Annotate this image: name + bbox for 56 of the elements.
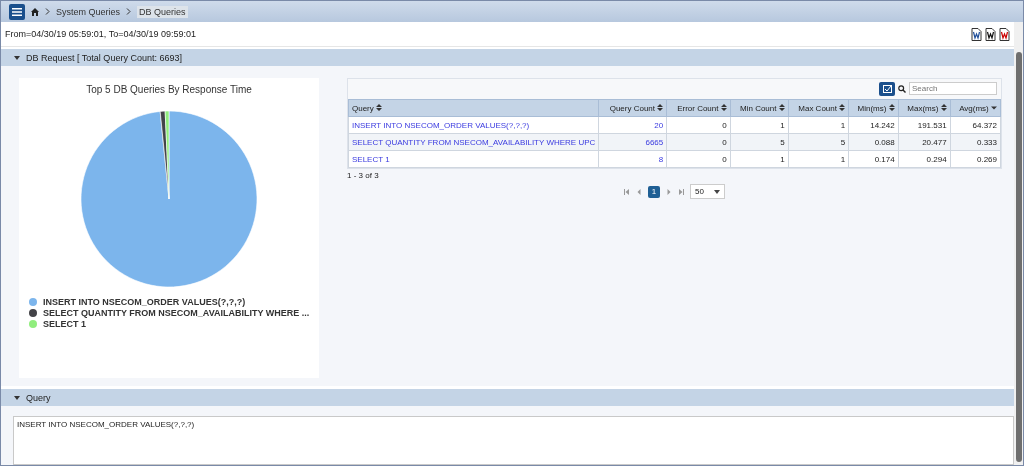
table-cell[interactable]: 20: [598, 116, 667, 134]
column-header[interactable]: Min(ms): [848, 99, 899, 117]
legend-label[interactable]: INSERT INTO NSECOM_ORDER VALUES(?,?,?): [43, 297, 246, 307]
columns-button[interactable]: [879, 81, 895, 96]
column-header[interactable]: Max(ms): [898, 99, 951, 117]
scrollbar-thumb[interactable]: [1015, 52, 1022, 462]
table-cell: 0: [666, 150, 731, 168]
last-page-icon[interactable]: [678, 188, 685, 195]
section-title: Query: [26, 392, 51, 403]
table-cell[interactable]: INSERT INTO NSECOM_ORDER VALUES(?,?,?): [348, 116, 599, 134]
table-cell[interactable]: 8: [598, 150, 667, 168]
table-cell: 0.294: [898, 150, 951, 168]
home-icon[interactable]: [31, 7, 39, 16]
breadcrumb-item[interactable]: DB Queries: [137, 5, 188, 18]
caret-down-icon[interactable]: [13, 393, 21, 402]
chevron-right-icon: [126, 8, 132, 15]
column-header[interactable]: Error Count: [666, 99, 731, 117]
query-text-area[interactable]: INSERT INTO NSECOM_ORDER VALUES(?,?,?): [13, 416, 1014, 465]
page-button[interactable]: 1: [648, 185, 661, 198]
pie-slice[interactable]: [164, 110, 170, 200]
column-header[interactable]: Query Count: [598, 99, 667, 117]
caret-down-icon: [713, 189, 720, 194]
page-size-dropdown[interactable]: 50: [690, 184, 725, 199]
column-header[interactable]: Max Count: [788, 99, 849, 117]
menu-button[interactable]: [9, 3, 25, 20]
table-cell: 64.372: [950, 116, 1001, 134]
chart-title: Top 5 DB Queries By Response Time: [86, 84, 252, 95]
table-cell: 1: [730, 150, 789, 168]
table-cell: 191.531: [898, 116, 951, 134]
first-page-icon[interactable]: [624, 188, 631, 195]
breadcrumb-item[interactable]: System Queries: [56, 6, 121, 17]
legend-label[interactable]: SELECT 1: [43, 319, 86, 329]
column-header[interactable]: Query: [348, 99, 599, 117]
table-cell: 0.174: [848, 150, 899, 168]
checkbox-icon: [882, 84, 892, 93]
table-cell: 1: [788, 116, 849, 134]
section-title: DB Request [ Total Query Count: 6693]: [26, 52, 182, 63]
table-cell: 0: [666, 116, 731, 134]
table-cell[interactable]: SELECT 1: [348, 150, 599, 168]
previous-page-icon[interactable]: [636, 188, 643, 195]
legend-label[interactable]: SELECT QUANTITY FROM NSECOM_AVAILABILITY WHERE ...: [43, 308, 310, 318]
table-cell: 0.269: [950, 150, 1001, 168]
table-cell: 1: [788, 150, 849, 168]
table-cell: 14.242: [848, 116, 899, 134]
chevron-right-icon: [45, 8, 50, 15]
caret-down-icon[interactable]: [13, 53, 21, 62]
next-page-icon[interactable]: [666, 188, 673, 195]
column-header[interactable]: Avg(ms): [950, 99, 1001, 117]
column-header[interactable]: Min Count: [730, 99, 789, 117]
word-document-icon[interactable]: [971, 27, 982, 41]
search-icon: [898, 84, 906, 93]
time-range-text: From=04/30/19 05:59:01, To=04/30/19 09:59:01: [5, 29, 196, 39]
menu-icon: [12, 7, 22, 16]
search-field[interactable]: Search: [909, 82, 997, 95]
table-cell: 1: [730, 116, 789, 134]
row-count-text: 1 - 3 of 3: [347, 170, 380, 182]
